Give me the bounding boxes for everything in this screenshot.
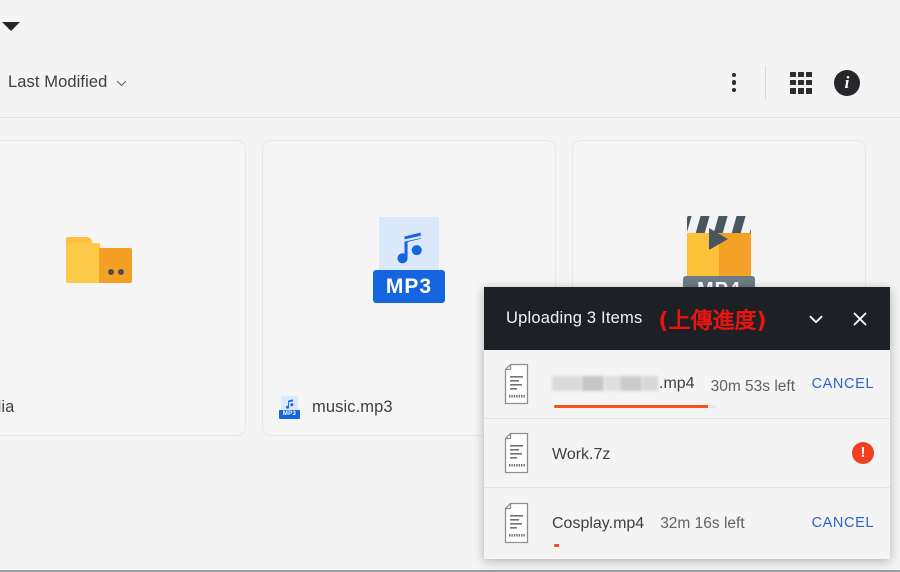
more-vert-icon	[731, 72, 737, 93]
upload-eta: 32m 16s left	[660, 515, 745, 532]
mp3-badge: MP3	[373, 270, 445, 303]
mp3-file-icon: MP3	[373, 217, 445, 303]
file-manager-page: Last Modified i ia MP3 MP3 music.mp3 Upl…	[0, 0, 900, 570]
toolbar-divider	[765, 65, 766, 100]
upload-panel-title: Uploading 3 Items	[506, 309, 643, 327]
upload-row[interactable]: Work.7z !	[484, 419, 890, 488]
info-button[interactable]: i	[824, 60, 870, 106]
upload-row[interactable]: Cosplay.mp4 32m 16s left CANCEL	[484, 488, 890, 557]
document-icon	[502, 432, 536, 474]
file-name: music.mp3	[312, 397, 393, 416]
chevron-down-icon	[115, 77, 128, 90]
folder-icon	[66, 237, 132, 283]
toolbar-actions: i	[711, 60, 900, 106]
upload-error-icon[interactable]: !	[852, 442, 874, 464]
upload-progress-panel: Uploading 3 Items (上傳進度) .mp4 30m 53s le…	[484, 287, 890, 559]
info-glyph: i	[844, 72, 850, 92]
sort-dropdown[interactable]: Last Modified	[8, 73, 128, 92]
document-icon	[502, 502, 536, 544]
upload-panel-header: Uploading 3 Items (上傳進度)	[484, 287, 890, 350]
upload-row-main: .mp4 30m 53s left	[552, 363, 798, 408]
file-card-folder[interactable]: Media	[0, 140, 246, 436]
more-options-button[interactable]	[711, 60, 757, 106]
error-glyph: !	[860, 443, 866, 461]
document-icon	[502, 363, 536, 405]
chevron-down-icon	[805, 308, 827, 330]
file-name: Media	[0, 397, 15, 416]
upload-row-main: Cosplay.mp4 32m 16s left	[552, 502, 798, 547]
collapse-button[interactable]	[796, 299, 836, 339]
mp3-mini-icon: MP3	[279, 395, 300, 419]
upload-panel-actions	[796, 299, 880, 339]
cancel-upload-button[interactable]: CANCEL	[812, 376, 874, 392]
upload-progress-bar	[554, 543, 716, 547]
upload-file-name: Cosplay.mp4	[552, 515, 645, 532]
card-footer: Media	[0, 379, 245, 435]
upload-eta: 30m 53s left	[710, 378, 796, 396]
upload-file-name: .mp4	[552, 375, 695, 393]
upload-file-name: Work.7z	[552, 445, 611, 463]
close-icon	[849, 308, 871, 330]
close-button[interactable]	[840, 299, 880, 339]
grid-view-button[interactable]	[778, 60, 824, 106]
upload-file-extension: .mp4	[659, 374, 695, 392]
toolbar: Last Modified i	[0, 48, 900, 118]
caret-down-icon[interactable]	[2, 22, 20, 31]
info-icon: i	[834, 69, 860, 96]
upload-row-main: Work.7z	[552, 432, 838, 474]
mp3-mini-badge: MP3	[279, 409, 300, 419]
cancel-upload-button[interactable]: CANCEL	[812, 515, 874, 531]
card-thumbnail	[0, 141, 245, 379]
grid-view-icon	[790, 71, 812, 94]
redacted-filename	[552, 376, 658, 392]
upload-progress-bar	[554, 405, 716, 408]
sort-label: Last Modified	[8, 73, 108, 91]
upload-panel-annotation: (上傳進度)	[658, 308, 767, 334]
upload-row[interactable]: .mp4 30m 53s left CANCEL	[484, 350, 890, 419]
